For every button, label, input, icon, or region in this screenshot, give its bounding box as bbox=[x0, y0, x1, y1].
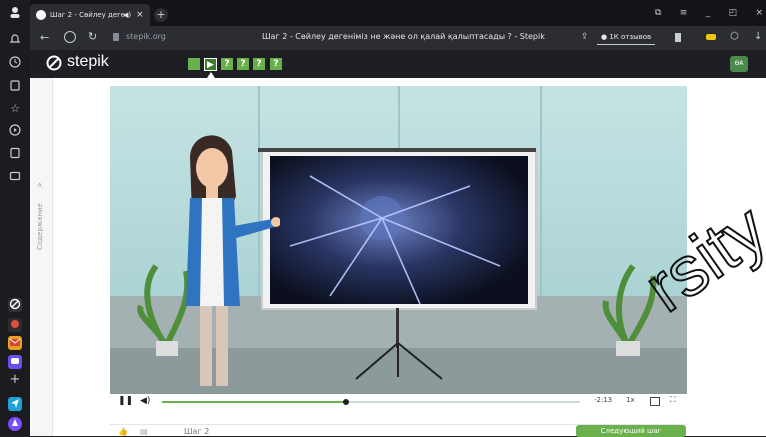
stepik-header: stepik ӨА bbox=[30, 50, 766, 78]
app-icon[interactable] bbox=[8, 318, 22, 332]
aria-icon[interactable] bbox=[8, 417, 22, 431]
presenter-character bbox=[186, 135, 280, 386]
step-footer: 👍 ▤ Шаг 2 Следующий шаг bbox=[110, 424, 687, 437]
address-bar: ← ↻ stepik.org Шаг 2 - Сөйлеу дегеніміз … bbox=[30, 26, 766, 50]
contents-panel-toggle[interactable]: > Содержание bbox=[30, 78, 53, 436]
tripod-legs bbox=[355, 342, 443, 380]
close-window-button[interactable]: × bbox=[755, 8, 763, 20]
add-app-icon[interactable]: + bbox=[8, 373, 22, 387]
profile-icon[interactable] bbox=[8, 6, 22, 20]
page-title-text: Шаг 2 - Сөйлеу дегеніміз не және ол қала… bbox=[262, 32, 545, 41]
tab-audio-icon[interactable]: ◀) bbox=[123, 4, 131, 26]
speed-dial-icon[interactable] bbox=[64, 31, 76, 43]
user-avatar[interactable]: ӨА bbox=[730, 56, 748, 72]
back-arrow-icon[interactable]: ← bbox=[40, 31, 49, 44]
step-5-quiz[interactable]: ? bbox=[253, 58, 265, 70]
window-controls: ⧉ ≡ _ ◰ × bbox=[655, 8, 763, 20]
minimize-button[interactable]: _ bbox=[706, 8, 711, 20]
like-icon[interactable]: 👍 bbox=[118, 427, 128, 436]
step-2-video-current[interactable]: ▶ bbox=[204, 58, 217, 71]
stepik-logo-text[interactable]: stepik bbox=[67, 53, 109, 71]
video-player[interactable] bbox=[110, 86, 687, 410]
notification-icon[interactable] bbox=[8, 33, 22, 47]
menu-icon[interactable]: ≡ bbox=[680, 8, 688, 20]
reviews-button[interactable]: ● 1К отзывов bbox=[597, 31, 656, 45]
screen-bar bbox=[258, 148, 536, 152]
tab-title: Шаг 2 - Сөйлеу деге bbox=[50, 11, 126, 19]
reload-icon[interactable]: ↻ bbox=[88, 30, 97, 43]
mail-icon[interactable] bbox=[8, 336, 22, 350]
step-1-lesson[interactable] bbox=[188, 58, 200, 70]
extensions-icon[interactable]: ⬡ bbox=[730, 31, 739, 42]
neuron-image bbox=[270, 156, 528, 304]
playback-speed-button[interactable]: 1x bbox=[626, 396, 635, 404]
reviews-badge-icon: ● bbox=[601, 33, 608, 41]
step-4-quiz[interactable]: ? bbox=[237, 58, 249, 70]
progress-fill bbox=[162, 401, 346, 403]
step-3-quiz[interactable]: ? bbox=[221, 58, 233, 70]
history-icon[interactable] bbox=[8, 56, 22, 70]
battery-icon[interactable] bbox=[706, 34, 716, 40]
progress-track[interactable] bbox=[162, 399, 580, 405]
stepik-app-icon[interactable] bbox=[8, 298, 22, 312]
reviews-label: 1К отзывов bbox=[609, 33, 652, 41]
restore-button[interactable]: ◰ bbox=[729, 8, 738, 20]
contents-label: Содержание bbox=[36, 203, 44, 250]
stepik-favicon-icon bbox=[36, 10, 46, 20]
new-tab-button[interactable]: + bbox=[154, 8, 168, 22]
time-remaining: -2:13 bbox=[594, 396, 613, 404]
lock-icon bbox=[113, 33, 119, 41]
pip-icon[interactable] bbox=[650, 397, 660, 406]
tab-groups-icon[interactable]: ⧉ bbox=[655, 8, 661, 20]
contents-arrow-icon: > bbox=[36, 182, 44, 188]
star-icon[interactable]: ☆ bbox=[8, 102, 22, 116]
fullscreen-icon[interactable]: ⛶ bbox=[670, 395, 676, 405]
next-step-button[interactable]: Следующий шаг bbox=[576, 425, 686, 437]
step-label: Шаг 2 bbox=[184, 427, 210, 436]
download-icon[interactable]: ↓ bbox=[754, 31, 762, 42]
send-icon[interactable] bbox=[8, 397, 22, 411]
bookmark-icon[interactable] bbox=[675, 33, 681, 42]
video-controls: ❚❚ ◀) -2:13 1x ⛶ bbox=[110, 394, 687, 410]
comments-icon[interactable]: ▤ bbox=[140, 427, 148, 436]
projection-screen bbox=[261, 150, 537, 310]
browser-sidebar: ☆ + bbox=[0, 0, 30, 436]
pause-icon[interactable]: ❚❚ bbox=[118, 396, 133, 406]
wall-divider bbox=[540, 86, 542, 296]
messenger-icon[interactable] bbox=[8, 355, 22, 369]
player-icon[interactable] bbox=[8, 124, 22, 138]
ebook-icon[interactable] bbox=[8, 147, 22, 161]
step-6-quiz[interactable]: ? bbox=[270, 58, 282, 70]
share-icon[interactable]: ⇪ bbox=[581, 32, 589, 42]
tab-close-button[interactable]: × bbox=[136, 4, 144, 26]
screenshot-icon[interactable] bbox=[8, 170, 22, 184]
active-tab[interactable]: Шаг 2 - Сөйлеу деге ◀) × bbox=[30, 4, 150, 26]
stepik-logo-icon[interactable] bbox=[46, 55, 62, 75]
progress-handle[interactable] bbox=[342, 399, 349, 405]
url-text[interactable]: stepik.org bbox=[126, 32, 166, 41]
collections-icon[interactable] bbox=[8, 79, 22, 93]
volume-icon[interactable]: ◀) bbox=[140, 396, 150, 406]
